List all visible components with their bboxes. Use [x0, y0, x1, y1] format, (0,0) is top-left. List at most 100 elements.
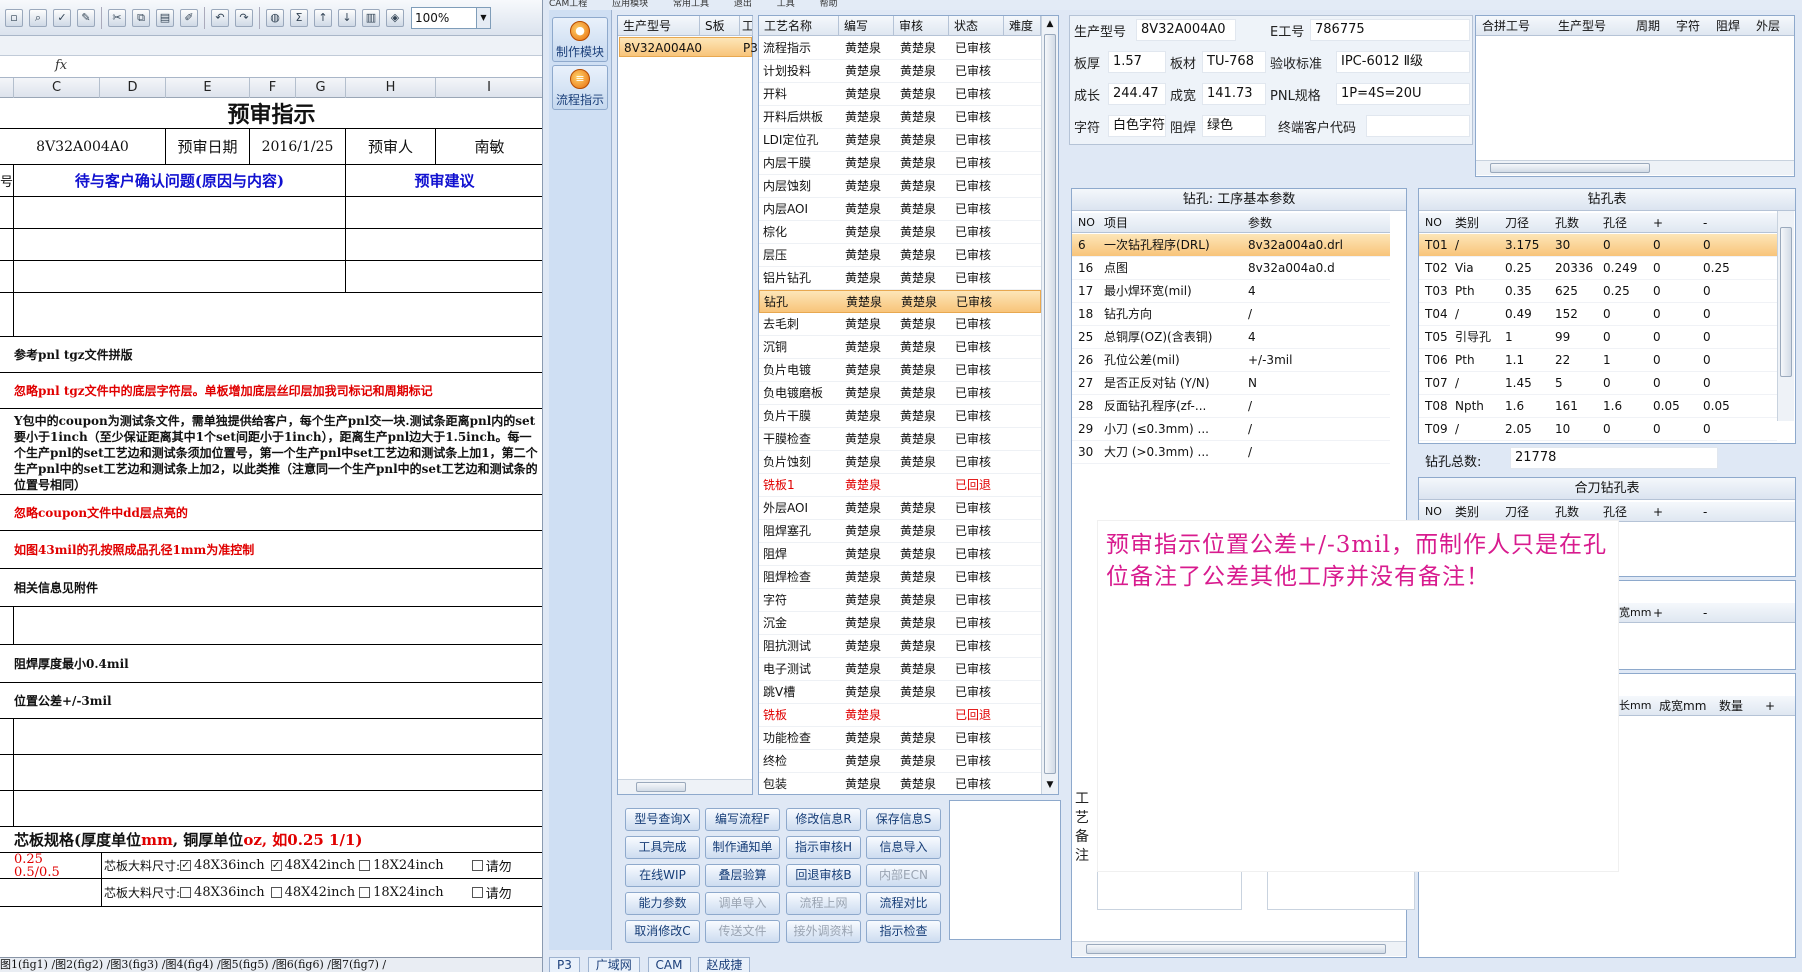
model-no-cell[interactable]: 8V32A004A0 — [0, 129, 166, 164]
action-button[interactable]: 流程对比 — [866, 892, 941, 915]
reviewer-cell[interactable]: 南敏 — [436, 129, 542, 164]
menu-item[interactable]: 应用模块 — [612, 0, 648, 9]
process-row[interactable]: 电子测试 黄楚泉 黄楚泉 已审核 — [759, 658, 1041, 681]
param-row[interactable]: 18 钻孔方向 / — [1072, 303, 1390, 326]
drill-vscroll[interactable] — [1777, 211, 1794, 421]
scroll-thumb[interactable] — [636, 782, 686, 792]
col-header[interactable]: 外层 — [1756, 16, 1780, 36]
scroll-thumb[interactable] — [1086, 944, 1386, 954]
process-row[interactable]: 铣板 黄楚泉 已回退 — [759, 704, 1041, 727]
col-header[interactable]: + — [1653, 603, 1663, 623]
col-header[interactable]: 编写 — [839, 16, 894, 36]
research-icon[interactable]: ✎ — [77, 8, 95, 27]
drawing-icon[interactable]: ◈ — [386, 8, 404, 27]
drill-row[interactable]: T04 / 0.49 152 0 0 0 — [1419, 303, 1777, 326]
param-row[interactable]: 17 最小焊环宽(mil) 4 — [1072, 280, 1390, 303]
param-row[interactable]: 16 点图 8v32a004a0.d — [1072, 257, 1390, 280]
col-header[interactable]: + — [1765, 696, 1775, 716]
flow-instruction-button[interactable]: ≡ 流程指示 — [552, 65, 608, 110]
wid-value[interactable]: 141.73 — [1202, 83, 1266, 105]
size-48x36-checkbox[interactable] — [180, 887, 192, 898]
drill-row[interactable]: T09 / 2.05 10 0 0 0 — [1419, 418, 1777, 441]
menu-item[interactable]: 工具 — [777, 0, 795, 9]
please-check-checkbox[interactable] — [471, 887, 483, 898]
print-preview-icon[interactable]: ⌕ — [29, 8, 47, 27]
action-button[interactable]: 指示审核H — [786, 836, 861, 859]
menu-item[interactable]: 常用工具 — [673, 0, 709, 9]
param-row[interactable]: 26 孔位公差(mil) +/-3mil — [1072, 349, 1390, 372]
menu-item[interactable]: CAM工程 — [549, 0, 587, 9]
action-button[interactable]: 叠层验算 — [705, 864, 780, 887]
process-row[interactable]: 内层干膜 黄楚泉 黄楚泉 已审核 — [759, 152, 1041, 175]
col-header[interactable]: - — [1703, 603, 1707, 623]
process-row[interactable]: 阻焊检查 黄楚泉 黄楚泉 已审核 — [759, 566, 1041, 589]
copy-icon[interactable]: ⧉ — [132, 8, 150, 27]
col-header[interactable]: 参数 — [1248, 213, 1272, 233]
action-button[interactable]: 内部ECN — [866, 864, 941, 887]
process-row[interactable]: 负片电镀 黄楚泉 黄楚泉 已审核 — [759, 359, 1041, 382]
note-text[interactable]: 位置公差+/-3mil — [0, 683, 542, 718]
scroll-thumb[interactable] — [1780, 227, 1792, 377]
note-text[interactable]: 忽略pnl tgz文件中的底层字符层。单板增加底层丝印层加我司标记和周期标记 — [0, 373, 542, 408]
std-value[interactable]: IPC-6012 Ⅱ级 — [1336, 51, 1470, 73]
zoom-dropdown-icon[interactable]: ▼ — [477, 6, 491, 29]
action-button[interactable]: 调单导入 — [705, 892, 780, 915]
action-button[interactable]: 在线WIP — [625, 864, 700, 887]
process-row[interactable]: 铝片钻孔 黄楚泉 黄楚泉 已审核 — [759, 267, 1041, 290]
char-value[interactable]: 白色字符 — [1108, 115, 1166, 137]
action-button[interactable]: 流程上网 — [786, 892, 861, 915]
status-tab[interactable]: P3 — [549, 957, 580, 972]
zoom-input[interactable]: 100% — [411, 6, 477, 29]
process-row[interactable]: 沉金 黄楚泉 黄楚泉 已审核 — [759, 612, 1041, 635]
note-text[interactable]: Y包中的coupon为测试条文件，需单独提供给客户，每个生产pnl交一块.测试条… — [0, 409, 542, 494]
process-row[interactable]: 阻焊 黄楚泉 黄楚泉 已审核 — [759, 543, 1041, 566]
scroll-thumb[interactable] — [1490, 163, 1650, 173]
col-header[interactable]: I — [436, 78, 542, 98]
col-header[interactable]: - — [1703, 213, 1707, 233]
action-button[interactable]: 信息导入 — [866, 836, 941, 859]
col-header[interactable]: 状态 — [949, 16, 1004, 36]
process-row[interactable]: 沉铜 黄楚泉 黄楚泉 已审核 — [759, 336, 1041, 359]
status-tab[interactable]: 广域网 — [587, 957, 640, 972]
model-list-hscroll[interactable] — [618, 779, 752, 794]
model-list-header[interactable]: S板 — [700, 16, 740, 36]
action-button[interactable]: 修改信息R — [786, 808, 861, 831]
param-row[interactable]: 25 总铜厚(OZ)(含表铜) 4 — [1072, 326, 1390, 349]
customer-value[interactable] — [1366, 115, 1470, 137]
col-header[interactable]: 成宽mm — [1659, 696, 1706, 716]
note-text[interactable]: 参考pnl tgz文件拼版 — [0, 337, 542, 372]
col-header[interactable]: 项目 — [1104, 213, 1128, 233]
cut-icon[interactable]: ✂ — [108, 8, 126, 27]
col-header[interactable]: 宽mm — [1619, 603, 1651, 623]
model-list-row[interactable]: 8V32A004A0 P3 — [619, 37, 758, 57]
drill-row[interactable]: T08 Npth 1.6 161 1.6 0.05 0.05 — [1419, 395, 1777, 418]
process-row[interactable]: 计划投料 黄楚泉 黄楚泉 已审核 — [759, 60, 1041, 83]
action-button[interactable]: 传送文件 — [705, 920, 780, 943]
process-row[interactable]: 字符 黄楚泉 黄楚泉 已审核 — [759, 589, 1041, 612]
status-tab[interactable]: 赵成捷 — [698, 957, 751, 972]
param-row[interactable]: 30 大刀 (>0.3mm) ... / — [1072, 441, 1390, 464]
action-button[interactable]: 制作通知单 — [705, 836, 780, 859]
action-button[interactable]: 保存信息S — [866, 808, 941, 831]
scroll-up-icon[interactable]: ▲ — [1042, 16, 1058, 32]
mat-value[interactable]: TU-768 — [1202, 51, 1266, 73]
process-row[interactable]: 内层AOI 黄楚泉 黄楚泉 已审核 — [759, 198, 1041, 221]
action-button[interactable]: 取消修改C — [625, 920, 700, 943]
model-value[interactable]: 8V32A004A0 — [1136, 19, 1236, 41]
format-painter-icon[interactable]: ✐ — [180, 8, 198, 27]
col-header[interactable]: + — [1653, 213, 1663, 233]
drill-row[interactable]: T05 引导孔 1 99 0 0 0 — [1419, 326, 1777, 349]
note-text[interactable]: 如图43mil的孔按照成品孔径1mm为准控制 — [0, 531, 542, 568]
param-row[interactable]: 29 小刀 (≤0.3mm) ... / — [1072, 418, 1390, 441]
scroll-thumb[interactable] — [1044, 34, 1056, 774]
col-header[interactable]: 孔数 — [1555, 213, 1579, 233]
col-header[interactable]: 合拼工号 — [1482, 16, 1530, 36]
process-row[interactable]: 负片干膜 黄楚泉 黄楚泉 已审核 — [759, 405, 1041, 428]
make-module-button[interactable]: ● 制作模块 — [552, 17, 608, 62]
drill-total-value[interactable]: 21778 — [1510, 447, 1718, 469]
sheet-tabs[interactable]: 图1(fig1) /图2(fig2) /图3(fig3) /图4(fig4) /… — [0, 957, 542, 972]
col-header[interactable]: 孔径 — [1603, 213, 1627, 233]
col-header[interactable]: 审核 — [894, 16, 949, 36]
col-header[interactable]: H — [346, 78, 436, 98]
process-row[interactable]: 负电镀磨板 黄楚泉 黄楚泉 已审核 — [759, 382, 1041, 405]
